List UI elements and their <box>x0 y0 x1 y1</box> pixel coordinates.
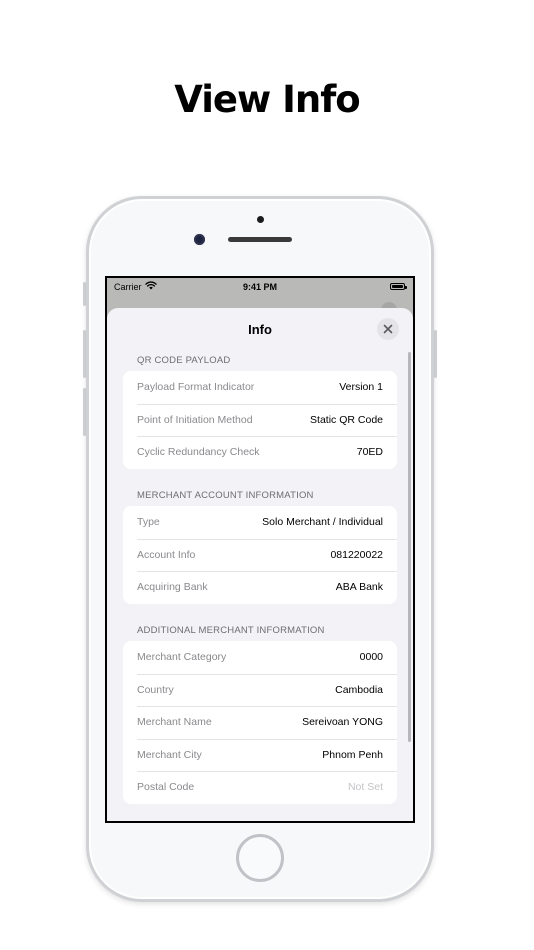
row-value: ABA Bank <box>335 581 383 594</box>
section-header: ADDITIONAL MERCHANT INFORMATION <box>137 625 325 636</box>
section-card: Payload Format Indicator Version 1 Point… <box>123 371 397 469</box>
section-card: Type Solo Merchant / Individual Account … <box>123 506 397 604</box>
proximity-sensor <box>257 216 264 223</box>
scroll-indicator[interactable] <box>408 352 411 742</box>
row-value: Phnom Penh <box>322 748 383 761</box>
section-qr-code-payload: QR CODE PAYLOAD Payload Format Indicator… <box>123 355 397 469</box>
section-card: Merchant Category 0000 Country Cambodia … <box>123 641 397 804</box>
row-value: 70ED <box>356 446 383 459</box>
sheet-title: Info <box>248 322 272 337</box>
row-label: Merchant Category <box>137 651 227 664</box>
row-merchant-city: Merchant City Phnom Penh <box>123 738 397 772</box>
row-country: Country Cambodia <box>123 673 397 707</box>
row-value: Static QR Code <box>310 413 383 426</box>
row-label: Merchant Name <box>137 716 212 729</box>
row-label: Account Info <box>137 548 196 561</box>
row-point-of-initiation-method: Point of Initiation Method Static QR Cod… <box>123 403 397 437</box>
row-label: Point of Initiation Method <box>137 413 253 426</box>
front-camera-icon <box>194 234 205 245</box>
row-label: Postal Code <box>137 781 195 794</box>
row-value-placeholder: Not Set <box>347 781 383 794</box>
row-value: Solo Merchant / Individual <box>262 516 383 529</box>
close-button[interactable] <box>377 318 399 340</box>
row-value: Version 1 <box>339 381 383 394</box>
row-postal-code: Postal Code Not Set <box>123 771 397 804</box>
close-icon <box>383 324 393 334</box>
row-label: Type <box>137 516 160 529</box>
section-header: MERCHANT ACCOUNT INFORMATION <box>137 490 314 501</box>
row-cyclic-redundancy-check: Cyclic Redundancy Check 70ED <box>123 436 397 469</box>
battery-icon <box>390 283 407 290</box>
row-account-info: Account Info 081220022 <box>123 538 397 572</box>
row-acquiring-bank: Acquiring Bank ABA Bank <box>123 571 397 604</box>
status-bar: Carrier 9:41 PM <box>107 278 413 298</box>
phone-screen: Carrier 9:41 PM Info QR CODE PAYLOAD Pay… <box>105 276 415 823</box>
row-label: Country <box>137 683 174 696</box>
row-type: Type Solo Merchant / Individual <box>123 506 397 539</box>
row-label: Payload Format Indicator <box>137 381 255 394</box>
page-headline: View Info <box>174 78 360 121</box>
section-merchant-account-information: MERCHANT ACCOUNT INFORMATION Type Solo M… <box>123 490 397 604</box>
power-button <box>434 330 437 378</box>
row-value: Sereivoan YONG <box>302 716 383 729</box>
row-merchant-name: Merchant Name Sereivoan YONG <box>123 706 397 739</box>
row-payload-format-indicator: Payload Format Indicator Version 1 <box>123 371 397 404</box>
row-label: Merchant City <box>137 748 202 761</box>
row-label: Acquiring Bank <box>137 581 208 594</box>
earpiece-speaker <box>228 237 292 242</box>
row-label: Cyclic Redundancy Check <box>137 446 260 459</box>
row-merchant-category: Merchant Category 0000 <box>123 641 397 674</box>
row-value: 081220022 <box>330 548 383 561</box>
info-sheet: Info QR CODE PAYLOAD Payload Format Indi… <box>107 308 413 821</box>
row-value: Cambodia <box>335 683 383 696</box>
section-header: QR CODE PAYLOAD <box>137 355 231 366</box>
status-time: 9:41 PM <box>242 282 277 292</box>
home-button[interactable] <box>236 834 284 882</box>
section-additional-merchant-information: ADDITIONAL MERCHANT INFORMATION Merchant… <box>123 625 397 804</box>
row-value: 0000 <box>359 651 383 664</box>
